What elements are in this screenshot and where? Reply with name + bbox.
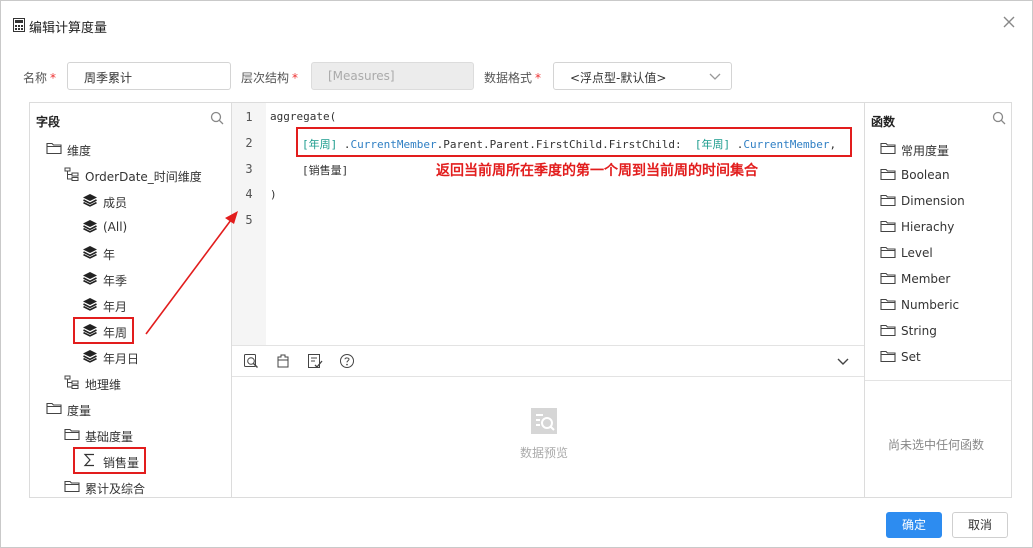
line-number: 3 bbox=[245, 162, 253, 176]
folder-icon bbox=[880, 142, 896, 155]
functions-panel-title: 函数 bbox=[871, 115, 896, 129]
edit-calculated-measure-dialog: 编辑计算度量 名称 * 周季累计 层次结构 * [Measures] 数据格式 * <… bbox=[0, 0, 1033, 548]
folder-icon bbox=[46, 142, 62, 155]
cancel-button[interactable]: 取消 bbox=[952, 512, 1008, 538]
layers-icon bbox=[83, 246, 97, 259]
name-input[interactable]: 周季累计 bbox=[67, 62, 231, 90]
no-function-selected-hint: 尚未选中任何函数 bbox=[888, 438, 985, 452]
hierarchy-input: [Measures] bbox=[311, 62, 474, 90]
name-input-value: 周季累计 bbox=[84, 71, 133, 85]
chevron-down-icon[interactable] bbox=[835, 353, 851, 369]
chevron-down-icon bbox=[709, 73, 721, 80]
line-number: 1 bbox=[245, 110, 253, 124]
folder-icon bbox=[46, 402, 62, 415]
divider bbox=[865, 380, 1011, 381]
clear-icon[interactable] bbox=[275, 353, 291, 369]
code-line-1: aggregate( bbox=[270, 110, 337, 123]
layers-icon bbox=[83, 272, 97, 285]
folder-icon bbox=[880, 220, 896, 233]
layers-icon bbox=[83, 350, 97, 363]
hierarchy-icon bbox=[64, 375, 79, 389]
name-label: 名称 * bbox=[23, 71, 57, 85]
hierarchy-label: 层次结构 * bbox=[241, 71, 299, 85]
dialog-title: 编辑计算度量 bbox=[29, 21, 108, 36]
folder-icon bbox=[880, 324, 896, 337]
folder-icon bbox=[64, 428, 80, 441]
layers-icon bbox=[83, 298, 97, 311]
highlight-code bbox=[296, 127, 852, 157]
folder-icon bbox=[880, 246, 896, 259]
search-icon[interactable] bbox=[210, 111, 224, 125]
folder-icon bbox=[880, 350, 896, 363]
hierarchy-input-value: [Measures] bbox=[328, 69, 395, 83]
folder-icon bbox=[64, 480, 80, 493]
search-icon[interactable] bbox=[992, 111, 1006, 125]
folder-icon bbox=[880, 272, 896, 285]
format-icon[interactable] bbox=[243, 353, 259, 369]
code-line-4: ) bbox=[270, 188, 277, 201]
folder-icon bbox=[880, 298, 896, 311]
editor-toolbar bbox=[232, 345, 864, 377]
highlight-year-week bbox=[73, 317, 134, 344]
line-number: 2 bbox=[245, 136, 253, 150]
close-icon[interactable] bbox=[1001, 14, 1017, 30]
layers-icon bbox=[83, 194, 97, 207]
hierarchy-icon bbox=[64, 167, 79, 181]
annotation-text: 返回当前周所在季度的第一个周到当前周的时间集合 bbox=[436, 163, 758, 179]
check-syntax-icon[interactable] bbox=[307, 353, 323, 369]
line-number: 4 bbox=[245, 187, 253, 201]
format-select[interactable]: <浮点型-默认值> bbox=[553, 62, 732, 90]
calculator-icon bbox=[13, 18, 25, 32]
help-icon[interactable] bbox=[339, 353, 355, 369]
ok-button[interactable]: 确定 bbox=[886, 512, 942, 538]
code-line-3: [销售量] bbox=[302, 164, 349, 177]
highlight-sales bbox=[73, 447, 146, 474]
format-label: 数据格式 * bbox=[484, 71, 542, 85]
format-select-value: <浮点型-默认值> bbox=[570, 71, 667, 85]
data-preview-label: 数据预览 bbox=[520, 446, 569, 460]
data-preview-icon bbox=[531, 408, 557, 434]
folder-icon bbox=[880, 194, 896, 207]
layers-icon bbox=[83, 220, 97, 233]
folder-icon bbox=[880, 168, 896, 181]
fields-panel-title: 字段 bbox=[36, 115, 61, 129]
annotation-arrow bbox=[145, 211, 238, 335]
